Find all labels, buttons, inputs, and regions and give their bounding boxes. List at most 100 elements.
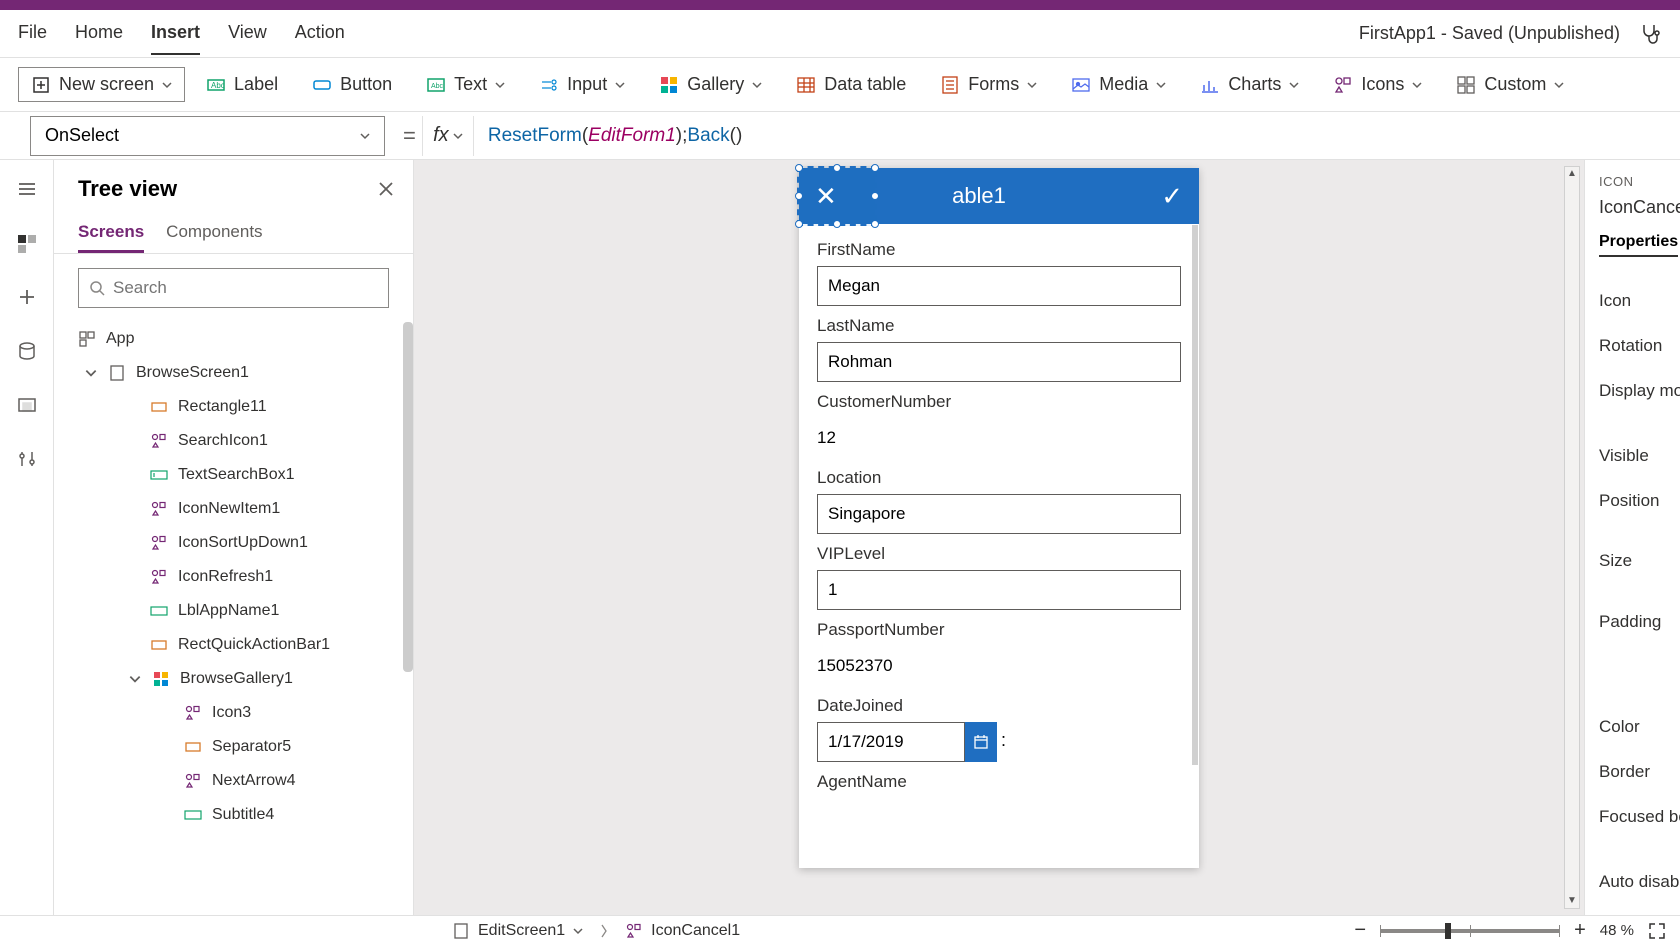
new-screen-icon [31,75,51,95]
tree-item-lblappname1[interactable]: LblAppName1 [54,594,413,628]
tree-item-rectquickactionbar1[interactable]: RectQuickActionBar1 [54,628,413,662]
tab-screens[interactable]: Screens [78,214,144,253]
crumb-iconcancel1[interactable]: IconCancel1 [617,920,748,942]
prop-row-focused-border[interactable]: Focused borde [1599,797,1680,836]
prop-row-rotation[interactable]: Rotation [1599,326,1680,365]
canvas-scrollbar[interactable]: ▲ ▼ [1564,166,1580,909]
properties-selected-name: IconCancel1 [1599,197,1680,217]
properties-tab[interactable]: Properties [1599,233,1678,257]
prop-row-visible[interactable]: Visible [1599,436,1680,475]
prop-row-display-mode[interactable]: Display mode [1599,371,1680,410]
tree-item-icon3[interactable]: Icon3 [54,696,413,730]
field-input-viplevel[interactable]: 1 [817,570,1181,610]
forms-button[interactable]: Forms [927,67,1050,102]
prop-row-position[interactable]: Position [1599,481,1680,520]
tree-item-iconnewitem1[interactable]: IconNewItem1 [54,492,413,526]
tree-item-nextarrow4[interactable]: NextArrow4 [54,764,413,798]
tree-item-subtitle4[interactable]: Subtitle4 [54,798,413,832]
new-screen-button[interactable]: New screen [18,67,185,102]
hamburger-icon[interactable] [16,178,38,200]
tree-item-iconrefresh1[interactable]: IconRefresh1 [54,560,413,594]
prop-row-border[interactable]: Border [1599,752,1680,791]
zoom-in-button[interactable]: + [1574,919,1586,942]
prop-row-icon[interactable]: Icon [1599,281,1680,320]
field-input-firstname[interactable]: Megan [817,266,1181,306]
crumb-editscreen1[interactable]: EditScreen1 [444,920,591,942]
fx-button[interactable]: fx [422,116,474,156]
field-input-location[interactable]: Singapore [817,494,1181,534]
tree-item-rectangle11[interactable]: Rectangle11 [54,390,413,424]
tree-item-app[interactable]: App [54,322,413,356]
tree-item-textsearchbox1[interactable]: TextSearchBox1 [54,458,413,492]
fx-icon: fx [433,124,449,147]
data-icon[interactable] [16,340,38,362]
tree-item-browsescreen1[interactable]: BrowseScreen1 [54,356,413,390]
advanced-tools-icon[interactable] [16,448,38,470]
gallery-btn-label: Gallery [687,74,744,95]
charts-button[interactable]: Charts [1187,67,1312,102]
tab-components[interactable]: Components [166,214,262,253]
accept-icon[interactable]: ✓ [1161,181,1183,212]
tree-search-field[interactable] [113,278,378,298]
menu-home[interactable]: Home [75,12,123,55]
close-panel-icon[interactable] [377,180,395,198]
zoom-out-button[interactable]: − [1354,919,1366,942]
scroll-up-icon[interactable]: ▲ [1565,167,1579,181]
tree-item-browsegallery1[interactable]: BrowseGallery1 [54,662,413,696]
prop-row-padding[interactable]: Padding [1599,602,1680,641]
prop-row-size[interactable]: Size [1599,541,1680,580]
media-nav-icon[interactable] [16,394,38,416]
selection-handle[interactable] [797,166,877,226]
tree-item-searchicon1[interactable]: SearchIcon1 [54,424,413,458]
menu-action[interactable]: Action [295,12,345,55]
zoom-slider[interactable] [1380,929,1560,933]
chevron-down-icon [1554,80,1564,90]
cancel-icon[interactable]: ✕ [815,181,837,212]
svg-text:Abc: Abc [211,81,225,90]
media-button[interactable]: Media [1058,67,1179,102]
rectangle-icon [184,738,202,756]
tree-list[interactable]: App BrowseScreen1 Rectangle11 SearchIcon… [54,322,413,915]
status-bar: EditScreen1 IconCancel1 − + 48 % [0,915,1680,945]
canvas-area[interactable]: ✕ able1 ✓ FirstName Megan LastName Rohma… [414,160,1584,915]
scroll-down-icon[interactable]: ▼ [1565,894,1579,908]
menu-view[interactable]: View [228,12,267,55]
phone-frame: ✕ able1 ✓ FirstName Megan LastName Rohma… [799,168,1199,868]
date-picker-button[interactable] [965,722,997,762]
custom-btn-label: Custom [1484,74,1546,95]
insert-icon[interactable] [16,286,38,308]
menu-insert[interactable]: Insert [151,12,200,55]
formula-bar: OnSelect = fx ResetForm(EditForm1);Back(… [0,112,1680,160]
field-input-lastname[interactable]: Rohman [817,342,1181,382]
property-selector[interactable]: OnSelect [30,116,385,156]
tree-item-label: RectQuickActionBar1 [178,636,330,654]
gallery-button[interactable]: Gallery [646,67,775,102]
data-table-button[interactable]: Data table [783,67,919,102]
tree-item-label: SearchIcon1 [178,432,268,450]
form-scrollbar[interactable] [1192,225,1198,765]
prop-row-auto-disable[interactable]: Auto disable o [1599,862,1680,901]
field-input-datejoined[interactable]: 1/17/2019 [817,722,965,762]
chevron-down-icon [1412,80,1422,90]
fit-to-window-icon[interactable] [1648,922,1666,940]
label-button[interactable]: Abc Label [193,67,291,102]
tree-item-separator5[interactable]: Separator5 [54,730,413,764]
prop-row-color[interactable]: Color [1599,707,1680,746]
icon-control-icon [150,534,168,552]
data-table-btn-label: Data table [824,74,906,95]
formula-input[interactable]: ResetForm(EditForm1);Back() [474,116,1680,156]
input-button[interactable]: Input [526,67,638,102]
tree-view-title: Tree view [78,176,177,202]
label-btn-label: Label [234,74,278,95]
text-button[interactable]: Abc Text [413,67,518,102]
chevron-down-icon [1156,80,1166,90]
tree-scrollbar[interactable] [403,322,413,672]
menu-file[interactable]: File [18,12,47,55]
icons-button[interactable]: Icons [1320,67,1435,102]
custom-button[interactable]: Custom [1443,67,1577,102]
button-button[interactable]: Button [299,67,405,102]
tree-view-icon[interactable] [16,232,38,254]
tree-item-iconsortupdown1[interactable]: IconSortUpDown1 [54,526,413,560]
app-checker-icon[interactable] [1638,22,1662,46]
tree-search-input[interactable] [78,268,389,308]
